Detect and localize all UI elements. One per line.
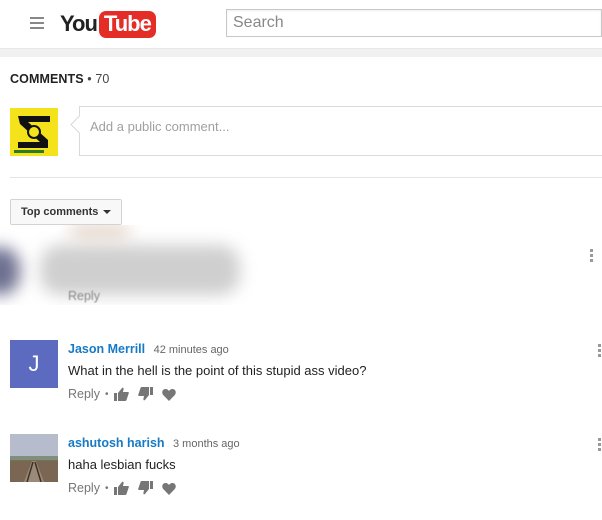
sort-label: Top comments <box>21 206 99 218</box>
comment-author[interactable]: Jason Merrill <box>68 342 145 356</box>
comments-title: COMMENTS <box>10 72 84 86</box>
comment-text: haha lesbian fucks <box>68 457 176 472</box>
action-separator: • <box>104 388 109 400</box>
more-vert-icon[interactable] <box>598 438 602 453</box>
search-input[interactable]: Search <box>226 9 602 37</box>
blurred-comment: Reply <box>0 225 602 305</box>
logo-text-you: You <box>60 11 98 36</box>
sort-comments-button[interactable]: Top comments <box>10 199 123 225</box>
comment-author[interactable]: ashutosh harish <box>68 436 165 450</box>
blurred-reply-label[interactable]: Reply <box>68 289 100 303</box>
comments-heading: COMMENTS • 70 <box>10 72 109 86</box>
dislike-icon[interactable] <box>138 481 154 495</box>
more-vert-icon[interactable] <box>590 249 594 264</box>
more-vert-icon[interactable] <box>598 344 602 359</box>
avatar[interactable]: J <box>10 340 58 388</box>
comments-count: 70 <box>95 72 110 86</box>
divider <box>10 177 602 178</box>
heart-icon[interactable] <box>162 388 177 401</box>
caret-down-icon <box>103 210 112 215</box>
reply-button[interactable]: Reply <box>68 387 100 401</box>
like-icon[interactable] <box>114 481 130 495</box>
action-separator: • <box>104 482 109 494</box>
header-separator <box>0 49 602 57</box>
menu-icon[interactable] <box>30 17 44 29</box>
reply-button[interactable]: Reply <box>68 481 100 495</box>
current-user-avatar <box>10 108 58 156</box>
avatar[interactable] <box>10 434 58 482</box>
comment-text: What in the hell is the point of this st… <box>68 363 367 378</box>
masthead: You Tube Search <box>0 0 602 49</box>
like-icon[interactable] <box>114 387 130 401</box>
youtube-logo[interactable]: You Tube <box>60 10 156 38</box>
comment-time[interactable]: 3 months ago <box>173 438 240 450</box>
heart-icon[interactable] <box>162 482 177 495</box>
comments-count-sep: • <box>87 72 92 86</box>
comment-time[interactable]: 42 minutes ago <box>154 344 229 356</box>
comment-input[interactable]: Add a public comment... <box>79 106 602 156</box>
dislike-icon[interactable] <box>138 387 154 401</box>
logo-text-tube: Tube <box>98 10 156 38</box>
